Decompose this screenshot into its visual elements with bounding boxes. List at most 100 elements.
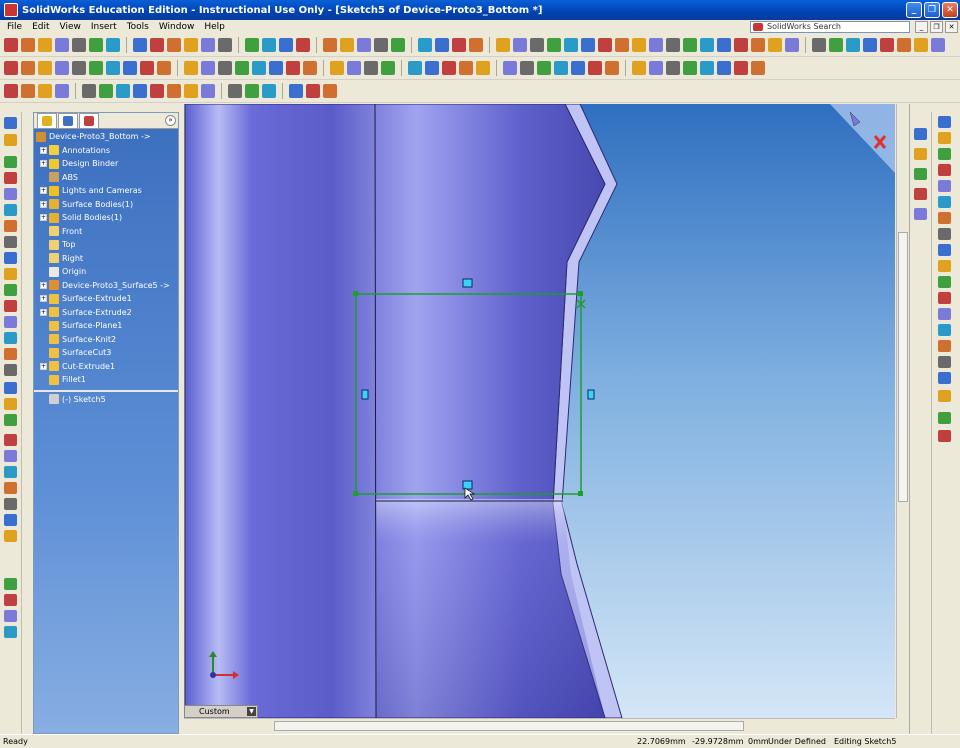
toolbar-button-icon[interactable]: [938, 260, 951, 272]
toolbar-button-icon[interactable]: [598, 38, 612, 52]
toolbar-button-icon[interactable]: [330, 61, 344, 75]
toolbar-button-icon[interactable]: [880, 38, 894, 52]
toolbar-button-icon[interactable]: [938, 180, 951, 192]
menu-view[interactable]: View: [55, 22, 86, 32]
toolbar-button-icon[interactable]: [296, 38, 310, 52]
toolbar-button-icon[interactable]: [4, 398, 17, 410]
toolbar-button-icon[interactable]: [21, 61, 35, 75]
toolbar-button-icon[interactable]: [785, 38, 799, 52]
toolbar-button-icon[interactable]: [4, 530, 17, 542]
toolbar-button-icon[interactable]: [201, 61, 215, 75]
toolbar-button-icon[interactable]: [717, 61, 731, 75]
toolbar-button-icon[interactable]: [938, 340, 951, 352]
vertical-scrollbar[interactable]: [896, 104, 909, 718]
toolbar-button-icon[interactable]: [391, 38, 405, 52]
toolbar-button-icon[interactable]: [252, 61, 266, 75]
toolbar-button-icon[interactable]: [812, 38, 826, 52]
toolbar-button-icon[interactable]: [201, 84, 215, 98]
toolbar-button-icon[interactable]: [4, 364, 17, 376]
collapse-panel-button[interactable]: »: [165, 115, 176, 126]
tab-property-manager[interactable]: [58, 113, 78, 128]
toolbar-button-icon[interactable]: [649, 38, 663, 52]
toolbar-button-icon[interactable]: [21, 38, 35, 52]
toolbar-button-icon[interactable]: [666, 38, 680, 52]
toolbar-button-icon[interactable]: [469, 38, 483, 52]
view-orientation-select[interactable]: Custom ▼: [184, 705, 258, 718]
toolbar-button-icon[interactable]: [938, 212, 951, 224]
tab-configuration-manager[interactable]: [79, 113, 99, 128]
toolbar-button-icon[interactable]: [89, 61, 103, 75]
toolbar-button-icon[interactable]: [340, 38, 354, 52]
toolbar-button-icon[interactable]: [938, 228, 951, 240]
toolbar-button-icon[interactable]: [4, 61, 18, 75]
toolbar-button-icon[interactable]: [357, 38, 371, 52]
toolbar-button-icon[interactable]: [459, 61, 473, 75]
toolbar-button-icon[interactable]: [683, 61, 697, 75]
toolbar-button-icon[interactable]: [4, 236, 17, 248]
toolbar-button-icon[interactable]: [72, 38, 86, 52]
toolbar-button-icon[interactable]: [4, 610, 17, 622]
toolbar-button-icon[interactable]: [520, 61, 534, 75]
toolbar-button-icon[interactable]: [347, 61, 361, 75]
toolbar-button-icon[interactable]: [4, 316, 17, 328]
tree-item[interactable]: Surface-Knit2: [34, 333, 178, 347]
toolbar-button-icon[interactable]: [4, 466, 17, 478]
expand-toggle-icon[interactable]: +: [40, 295, 47, 303]
toolbar-button-icon[interactable]: [4, 284, 17, 296]
toolbar-button-icon[interactable]: [323, 84, 337, 98]
expand-toggle-icon[interactable]: +: [40, 187, 47, 195]
toolbar-button-icon[interactable]: [38, 61, 52, 75]
toolbar-button-icon[interactable]: [476, 61, 490, 75]
toolbar-button-icon[interactable]: [547, 38, 561, 52]
toolbar-button-icon[interactable]: [938, 276, 951, 288]
toolbar-button-icon[interactable]: [184, 84, 198, 98]
toolbar-button-icon[interactable]: [914, 188, 927, 200]
menu-file[interactable]: File: [2, 22, 27, 32]
menu-tools[interactable]: Tools: [122, 22, 154, 32]
expand-toggle-icon[interactable]: +: [40, 200, 47, 208]
toolbar-button-icon[interactable]: [4, 348, 17, 360]
toolbar-button-icon[interactable]: [751, 61, 765, 75]
toolbar-button-icon[interactable]: [218, 38, 232, 52]
toolbar-button-icon[interactable]: [938, 372, 951, 384]
toolbar-button-icon[interactable]: [167, 84, 181, 98]
toolbar-button-icon[interactable]: [938, 356, 951, 368]
toolbar-button-icon[interactable]: [184, 61, 198, 75]
toolbar-button-icon[interactable]: [564, 38, 578, 52]
graphics-area[interactable]: [184, 104, 895, 718]
toolbar-button-icon[interactable]: [897, 38, 911, 52]
toolbar-button-icon[interactable]: [245, 84, 259, 98]
tree-item[interactable]: + Design Binder: [34, 157, 178, 171]
toolbar-button-icon[interactable]: [140, 61, 154, 75]
toolbar-button-icon[interactable]: [751, 38, 765, 52]
toolbar-button-icon[interactable]: [700, 61, 714, 75]
doc-restore-button[interactable]: ❐: [930, 21, 943, 33]
toolbar-button-icon[interactable]: [938, 148, 951, 160]
toolbar-button-icon[interactable]: [938, 164, 951, 176]
toolbar-button-icon[interactable]: [4, 434, 17, 446]
toolbar-button-icon[interactable]: [218, 61, 232, 75]
toolbar-button-icon[interactable]: [734, 38, 748, 52]
tree-item-sketch5[interactable]: (-) Sketch5: [34, 393, 178, 407]
toolbar-button-icon[interactable]: [605, 61, 619, 75]
toolbar-button-icon[interactable]: [38, 84, 52, 98]
model-view[interactable]: [185, 104, 895, 718]
toolbar-button-icon[interactable]: [55, 61, 69, 75]
expand-toggle-icon[interactable]: +: [40, 214, 47, 222]
tree-item[interactable]: ABS: [34, 171, 178, 185]
tree-item[interactable]: Origin: [34, 265, 178, 279]
toolbar-button-icon[interactable]: [683, 38, 697, 52]
menu-edit[interactable]: Edit: [27, 22, 54, 32]
toolbar-button-icon[interactable]: [442, 61, 456, 75]
toolbar-button-icon[interactable]: [269, 61, 283, 75]
toolbar-button-icon[interactable]: [306, 84, 320, 98]
tree-item[interactable]: SurfaceCut3: [34, 346, 178, 360]
toolbar-button-icon[interactable]: [4, 626, 17, 638]
tree-item[interactable]: + Surface-Extrude2: [34, 306, 178, 320]
menu-insert[interactable]: Insert: [86, 22, 122, 32]
toolbar-button-icon[interactable]: [914, 148, 927, 160]
doc-minimize-button[interactable]: _: [915, 21, 928, 33]
toolbar-button-icon[interactable]: [201, 38, 215, 52]
toolbar-button-icon[interactable]: [938, 244, 951, 256]
toolbar-button-icon[interactable]: [938, 412, 951, 424]
